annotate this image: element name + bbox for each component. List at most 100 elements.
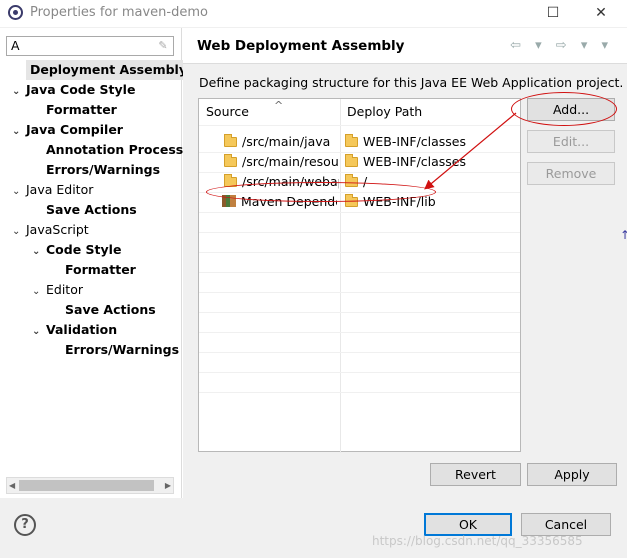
row-divider xyxy=(199,192,520,193)
title-bar: Properties for maven-demo ☐ ✕ xyxy=(0,0,627,28)
add-button[interactable]: Add... xyxy=(527,98,615,121)
ok-button[interactable]: OK xyxy=(424,513,512,536)
scrollbar-thumb[interactable] xyxy=(19,480,154,491)
column-header-source[interactable]: Source ^ xyxy=(206,99,283,125)
deploy-path-text: / xyxy=(363,174,368,189)
table-row[interactable]: /src/main/java WEB-INF/classes xyxy=(199,132,520,152)
maximize-button[interactable]: ☐ xyxy=(540,2,566,24)
tree-item-label: Java Compiler xyxy=(26,122,123,137)
tree-item[interactable]: Annotation Processi xyxy=(46,140,188,160)
tree-item[interactable]: Formatter xyxy=(65,260,136,280)
filter-input[interactable]: A ✎ xyxy=(6,36,174,56)
cancel-button[interactable]: Cancel xyxy=(521,513,611,536)
row-divider xyxy=(199,172,520,173)
expand-arrow-icon[interactable]: ⌄ xyxy=(32,322,46,342)
deploy-path-cell: WEB-INF/classes xyxy=(345,132,515,152)
tree-item-label: Annotation Processi xyxy=(46,142,188,157)
remove-button[interactable]: Remove xyxy=(527,162,615,185)
table-row[interactable]: /src/main/resour WEB-INF/classes xyxy=(199,152,520,172)
expand-arrow-icon[interactable]: ⌄ xyxy=(12,122,26,142)
close-button[interactable]: ✕ xyxy=(588,2,614,24)
row-divider xyxy=(199,292,520,293)
expand-arrow-icon[interactable]: ⌄ xyxy=(12,222,26,242)
apply-button[interactable]: Apply xyxy=(527,463,617,486)
assembly-table[interactable]: Source ^ Deploy Path /src/main/java WEB-I… xyxy=(198,98,521,453)
tree-item[interactable]: ⌄ Java Code Style xyxy=(12,80,135,100)
tree-item-label: Formatter xyxy=(46,102,117,117)
deploy-path-text: WEB-INF/lib xyxy=(363,194,436,209)
source-cell: /src/main/webap xyxy=(224,172,339,192)
deploy-path-cell: / xyxy=(345,172,515,192)
source-text: /src/main/resour xyxy=(242,154,339,169)
page-description: Define packaging structure for this Java… xyxy=(199,75,624,90)
window-title: Properties for maven-demo xyxy=(30,5,208,20)
edit-button[interactable]: Edit... xyxy=(527,130,615,153)
tree-item[interactable]: ⌄ JavaScript xyxy=(12,220,89,240)
scroll-left-icon[interactable]: ◀ xyxy=(9,478,15,493)
tree-item[interactable]: Errors/Warnings xyxy=(65,340,179,360)
tree-item-label: Save Actions xyxy=(65,302,156,317)
tree-item[interactable]: Deployment Assembly xyxy=(26,60,191,80)
source-text: Maven Depende xyxy=(241,194,337,209)
page-header: Web Deployment Assembly ⇦ ▾ ⇨ ▾ ▾ xyxy=(183,28,627,64)
deploy-path-cell: WEB-INF/classes xyxy=(345,152,515,172)
tree-item[interactable]: Save Actions xyxy=(46,200,137,220)
row-divider xyxy=(199,272,520,273)
source-text: /src/main/java xyxy=(242,134,331,149)
expand-arrow-icon[interactable]: ⌄ xyxy=(12,182,26,202)
row-divider xyxy=(199,252,520,253)
source-cell: /src/main/java xyxy=(224,132,339,152)
tree-item-label: Validation xyxy=(46,322,118,337)
source-cell: /src/main/resour xyxy=(224,152,339,172)
folder-icon xyxy=(345,194,358,207)
row-divider xyxy=(199,332,520,333)
column-header-deploy-path[interactable]: Deploy Path xyxy=(347,99,422,125)
tree-item-label: Java Editor xyxy=(26,182,94,197)
row-divider xyxy=(199,392,520,393)
tree-item[interactable]: ⌄ Validation xyxy=(32,320,117,340)
scroll-right-icon[interactable]: ▶ xyxy=(165,478,171,493)
folder-icon xyxy=(345,154,358,167)
expand-arrow-icon[interactable]: ⌄ xyxy=(32,242,46,262)
tree-item[interactable]: ⌄ Code Style xyxy=(32,240,121,260)
tree-item-label: Java Code Style xyxy=(26,82,136,97)
eraser-icon[interactable]: ✎ xyxy=(156,39,170,53)
source-cell: Maven Depende xyxy=(222,192,337,212)
app-icon xyxy=(8,5,23,20)
tree-item[interactable]: ⌄ Editor xyxy=(32,280,83,300)
source-text: /src/main/webap xyxy=(242,174,339,189)
library-icon xyxy=(222,195,236,207)
row-divider xyxy=(199,232,520,233)
table-row[interactable]: /src/main/webap / xyxy=(199,172,520,192)
folder-icon xyxy=(345,134,358,147)
property-page: Web Deployment Assembly ⇦ ▾ ⇨ ▾ ▾ Define… xyxy=(183,28,627,498)
dialog-button-bar: ? OK Cancel xyxy=(0,498,627,558)
tree-item[interactable]: Formatter xyxy=(46,100,117,120)
watermark: https://blog.csdn.net/qq_33356585 xyxy=(372,534,583,548)
tree-item-label: Errors/Warnings xyxy=(46,162,161,177)
tree-item[interactable]: ⌄ Java Editor xyxy=(12,180,93,200)
tree-item-label: Deployment Assembly xyxy=(30,62,187,77)
row-divider xyxy=(199,312,520,313)
tree-item[interactable]: Save Actions xyxy=(65,300,156,320)
folder-icon xyxy=(224,154,237,167)
folder-icon xyxy=(224,134,237,147)
expand-arrow-icon[interactable]: ⌄ xyxy=(12,82,26,102)
row-divider xyxy=(199,152,520,153)
page-title: Web Deployment Assembly xyxy=(197,38,405,54)
table-row[interactable]: Maven Depende WEB-INF/lib xyxy=(199,192,520,212)
header-divider xyxy=(199,125,520,126)
expand-arrow-icon[interactable]: ⌄ xyxy=(32,282,46,302)
history-nav-icons[interactable]: ⇦ ▾ ⇨ ▾ ▾ xyxy=(510,38,613,53)
horizontal-scrollbar[interactable]: ◀ ▶ xyxy=(6,477,174,494)
tree-item[interactable]: Errors/Warnings xyxy=(46,160,160,180)
deploy-path-text: WEB-INF/classes xyxy=(363,134,467,149)
help-icon[interactable]: ? xyxy=(14,514,36,536)
revert-button[interactable]: Revert xyxy=(430,463,521,486)
edge-mark: ↑ xyxy=(620,228,627,242)
preferences-navigation: A ✎ Deployment Assembly ⌄ Java Code Style F… xyxy=(0,28,191,498)
folder-icon xyxy=(345,174,358,187)
tree-item[interactable]: ⌄ Java Compiler xyxy=(12,120,123,140)
deploy-path-text: WEB-INF/classes xyxy=(363,154,467,169)
folder-icon xyxy=(224,174,237,187)
